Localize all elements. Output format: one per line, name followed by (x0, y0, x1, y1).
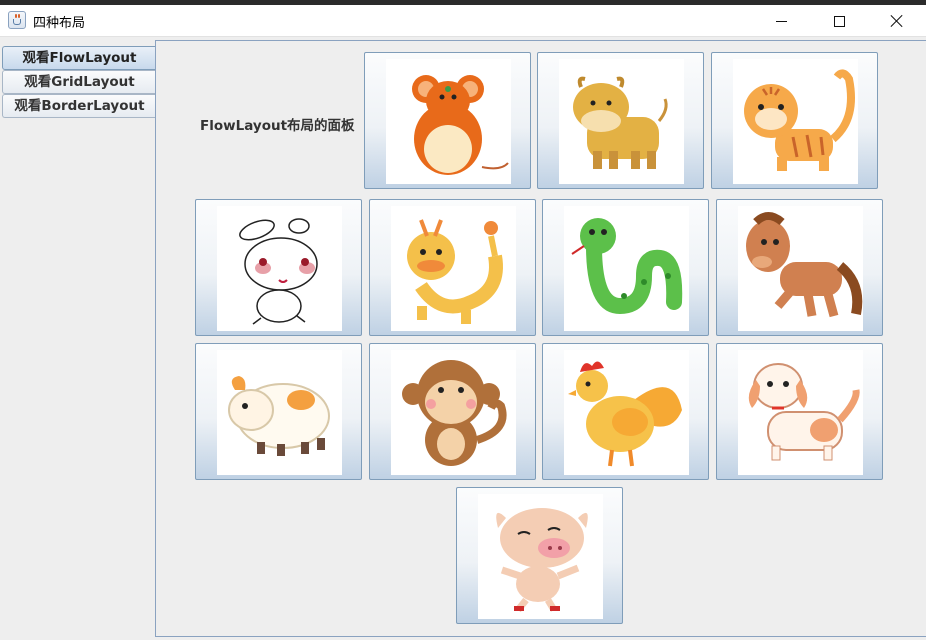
horse-icon (746, 212, 863, 318)
tab-strip: 观看FlowLayout 观看GridLayout 观看BorderLayout (0, 38, 156, 640)
rabbit-icon (239, 218, 318, 325)
tab-gridlayout[interactable]: 观看GridLayout (2, 70, 156, 94)
window-title: 四种布局 (33, 16, 86, 31)
zodiac-button-horse[interactable] (716, 199, 883, 336)
tab-flowlayout[interactable]: 观看FlowLayout (2, 46, 156, 70)
dog-icon (748, 363, 860, 461)
zodiac-button-dog[interactable] (716, 343, 883, 480)
java-app-icon (8, 11, 26, 29)
maximize-button[interactable] (810, 5, 868, 37)
close-icon (890, 14, 904, 28)
zodiac-button-ox[interactable] (537, 52, 704, 189)
title-bar: 四种布局 (0, 5, 926, 37)
zodiac-button-dragon[interactable] (369, 199, 536, 336)
tiger-icon (744, 69, 855, 171)
mouse-icon (412, 75, 509, 175)
dragon-icon (407, 219, 503, 324)
zodiac-button-pig[interactable] (456, 487, 623, 624)
maximize-icon (833, 15, 845, 27)
minimize-icon (775, 20, 787, 22)
app-window: 四种布局 观看FlowLayout 观看GridLayout 观看BorderL… (0, 5, 926, 640)
pig-icon (496, 508, 588, 613)
flowlayout-panel: FlowLayout布局的面板 (155, 40, 926, 637)
zodiac-button-rooster[interactable] (542, 343, 709, 480)
zodiac-button-snake[interactable] (542, 199, 709, 336)
minimize-button[interactable] (752, 5, 810, 37)
zodiac-button-mouse[interactable] (364, 52, 531, 189)
snake-icon (571, 218, 683, 315)
zodiac-button-tiger[interactable] (711, 52, 878, 189)
tab-borderlayout[interactable]: 观看BorderLayout (2, 94, 156, 118)
sheep-icon (228, 376, 330, 456)
rooster-icon (568, 361, 682, 467)
zodiac-button-sheep[interactable] (195, 343, 362, 480)
panel-label: FlowLayout布局的面板 (200, 118, 355, 134)
close-button[interactable] (868, 5, 926, 37)
monkey-icon (402, 360, 507, 466)
zodiac-button-rabbit[interactable] (195, 199, 362, 336)
ox-icon (573, 76, 668, 169)
zodiac-button-monkey[interactable] (369, 343, 536, 480)
